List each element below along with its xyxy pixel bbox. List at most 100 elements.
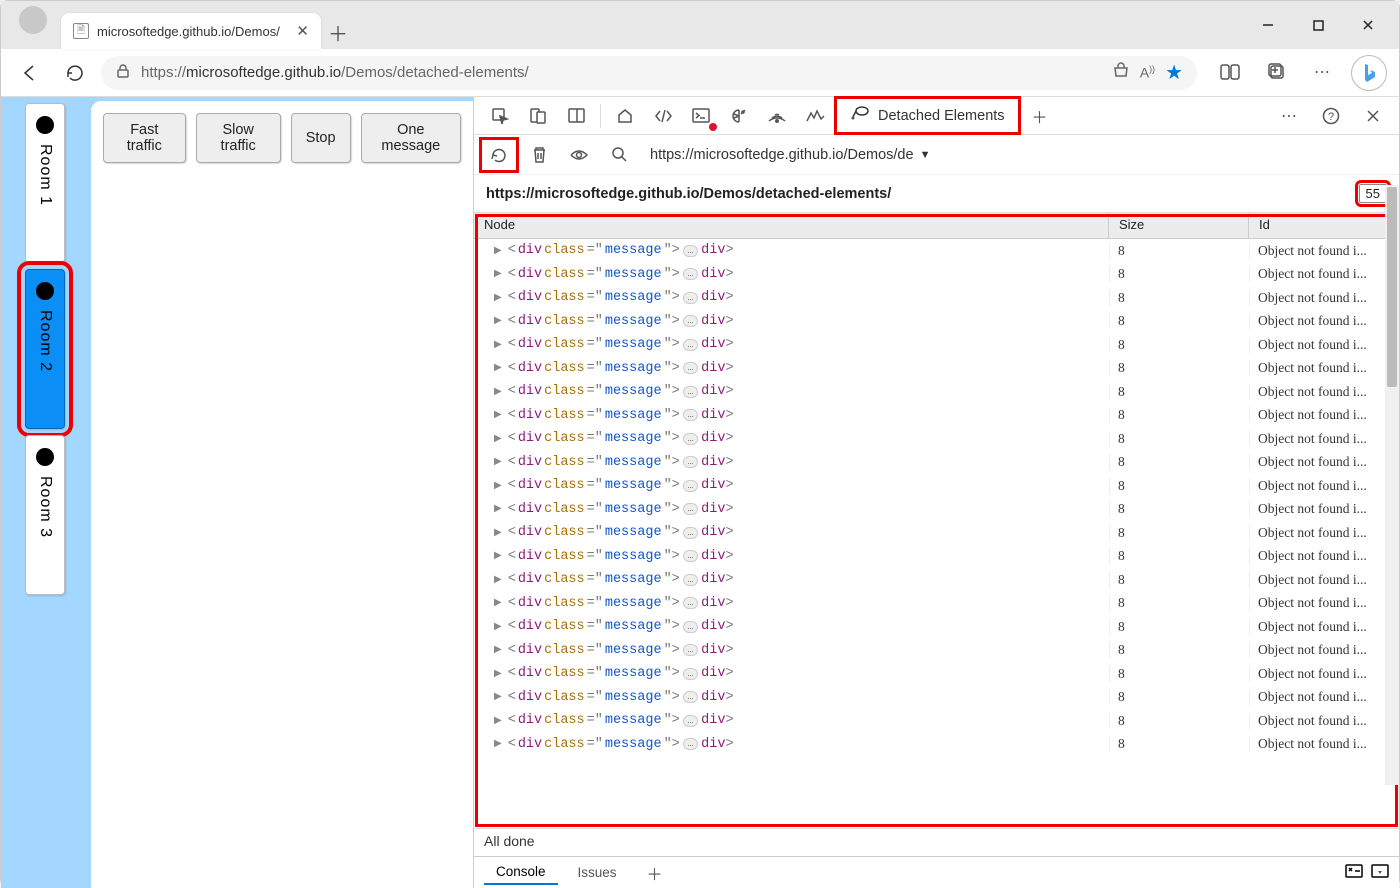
add-drawer-tab-icon[interactable]: ＋ — [637, 858, 673, 888]
refresh-button[interactable] — [57, 56, 91, 90]
table-row[interactable]: ▶<div class="message">…div>8Object not f… — [474, 639, 1399, 663]
new-tab-button[interactable]: ＋ — [321, 15, 355, 49]
expand-triangle-icon[interactable]: ▶ — [494, 691, 502, 703]
expand-triangle-icon[interactable]: ▶ — [494, 409, 502, 421]
col-id[interactable]: Id — [1249, 213, 1399, 238]
table-row[interactable]: ▶<div class="message">…div>8Object not f… — [474, 686, 1399, 710]
network-icon[interactable] — [759, 101, 795, 131]
col-node[interactable]: Node — [474, 213, 1109, 238]
expand-triangle-icon[interactable]: ▶ — [494, 433, 502, 445]
table-row[interactable]: ▶<div class="message">…div>8Object not f… — [474, 521, 1399, 545]
room-3-button[interactable]: Room 3 — [25, 435, 65, 595]
expand-triangle-icon[interactable]: ▶ — [494, 738, 502, 750]
table-row[interactable]: ▶<div class="message">…div>8Object not f… — [474, 286, 1399, 310]
split-screen-icon[interactable] — [1213, 55, 1247, 89]
expand-triangle-icon[interactable]: ▶ — [494, 245, 502, 257]
expand-triangle-icon[interactable]: ▶ — [494, 362, 502, 374]
devtools-panel: Detached Elements ＋ ⋯ ? https://microsof… — [473, 97, 1399, 888]
dropdown-caret-icon[interactable]: ▼ — [920, 149, 931, 161]
eye-icon[interactable] — [562, 140, 596, 170]
scrollbar[interactable] — [1385, 185, 1399, 785]
table-row[interactable]: ▶<div class="message">…div>8Object not f… — [474, 333, 1399, 357]
expand-triangle-icon[interactable]: ▶ — [494, 339, 502, 351]
expand-triangle-icon[interactable]: ▶ — [494, 315, 502, 327]
expand-triangle-icon[interactable]: ▶ — [494, 456, 502, 468]
drawer-errors-icon[interactable] — [1345, 864, 1363, 881]
table-row[interactable]: ▶<div class="message">…div>8Object not f… — [474, 615, 1399, 639]
stop-button[interactable]: Stop — [291, 113, 351, 163]
one-message-button[interactable]: One message — [361, 113, 461, 163]
table-row[interactable]: ▶<div class="message">…div>8Object not f… — [474, 310, 1399, 334]
table-row[interactable]: ▶<div class="message">…div>8Object not f… — [474, 239, 1399, 263]
search-icon[interactable] — [602, 140, 636, 170]
collect-garbage-icon[interactable] — [522, 140, 556, 170]
drawer-expand-icon[interactable] — [1371, 864, 1389, 881]
table-row[interactable]: ▶<div class="message">…div>8Object not f… — [474, 592, 1399, 616]
slow-traffic-button[interactable]: Slow traffic — [196, 113, 281, 163]
fast-traffic-button[interactable]: Fast traffic — [103, 113, 186, 163]
expand-triangle-icon[interactable]: ▶ — [494, 503, 502, 515]
device-icon[interactable] — [520, 101, 556, 131]
bing-chat-icon[interactable] — [1351, 55, 1387, 91]
table-row[interactable]: ▶<div class="message">…div>8Object not f… — [474, 451, 1399, 475]
console-icon[interactable] — [683, 101, 719, 131]
browser-tab[interactable]: 🗎 microsoftedge.github.io/Demos/ ✕ — [61, 13, 321, 49]
table-row[interactable]: ▶<div class="message">…div>8Object not f… — [474, 474, 1399, 498]
table-row[interactable]: ▶<div class="message">…div>8Object not f… — [474, 733, 1399, 757]
table-row[interactable]: ▶<div class="message">…div>8Object not f… — [474, 380, 1399, 404]
expand-triangle-icon[interactable]: ▶ — [494, 480, 502, 492]
more-tabs-icon[interactable]: ＋ — [1022, 101, 1058, 131]
titlebar: 🗎 microsoftedge.github.io/Demos/ ✕ ＋ — [1, 1, 1399, 49]
expand-triangle-icon[interactable]: ▶ — [494, 386, 502, 398]
expand-triangle-icon[interactable]: ▶ — [494, 268, 502, 280]
dock-icon[interactable] — [558, 101, 594, 131]
minimize-button[interactable] — [1245, 9, 1291, 41]
table-row[interactable]: ▶<div class="message">…div>8Object not f… — [474, 427, 1399, 451]
expand-triangle-icon[interactable]: ▶ — [494, 715, 502, 727]
maximize-button[interactable] — [1295, 9, 1341, 41]
expand-triangle-icon[interactable]: ▶ — [494, 550, 502, 562]
table-row[interactable]: ▶<div class="message">…div>8Object not f… — [474, 709, 1399, 733]
expand-triangle-icon[interactable]: ▶ — [494, 527, 502, 539]
inspect-icon[interactable] — [482, 101, 518, 131]
expand-triangle-icon[interactable]: ▶ — [494, 574, 502, 586]
room-2-button[interactable]: Room 2 — [25, 269, 65, 429]
back-button[interactable] — [13, 56, 47, 90]
help-icon[interactable]: ? — [1313, 101, 1349, 131]
expand-triangle-icon[interactable]: ▶ — [494, 644, 502, 656]
console-drawer-tab[interactable]: Console — [484, 860, 558, 885]
detached-elements-tab[interactable]: Detached Elements — [835, 97, 1020, 134]
refresh-detached-button[interactable] — [482, 140, 516, 170]
close-window-button[interactable] — [1345, 9, 1391, 41]
table-row[interactable]: ▶<div class="message">…div>8Object not f… — [474, 662, 1399, 686]
elements-icon[interactable] — [645, 101, 681, 131]
table-row[interactable]: ▶<div class="message">…div>8Object not f… — [474, 263, 1399, 287]
table-row[interactable]: ▶<div class="message">…div>8Object not f… — [474, 568, 1399, 592]
url-bar[interactable]: https://microsoftedge.github.io/Demos/de… — [101, 56, 1197, 90]
issues-drawer-tab[interactable]: Issues — [566, 861, 629, 884]
table-row[interactable]: ▶<div class="message">…div>8Object not f… — [474, 498, 1399, 522]
more-menu-icon[interactable]: ⋯ — [1305, 55, 1339, 89]
sources-icon[interactable] — [721, 101, 757, 131]
col-size[interactable]: Size — [1109, 213, 1249, 238]
expand-triangle-icon[interactable]: ▶ — [494, 292, 502, 304]
devtools-more-icon[interactable]: ⋯ — [1271, 101, 1307, 131]
close-devtools-icon[interactable] — [1355, 101, 1391, 131]
table-row[interactable]: ▶<div class="message">…div>8Object not f… — [474, 357, 1399, 381]
expand-triangle-icon[interactable]: ▶ — [494, 597, 502, 609]
read-aloud-icon[interactable]: A)) — [1140, 64, 1155, 81]
welcome-icon[interactable] — [607, 101, 643, 131]
profile-icon[interactable] — [19, 6, 47, 34]
scroll-thumb[interactable] — [1387, 187, 1397, 387]
room-1-button[interactable]: Room 1 — [25, 103, 65, 263]
favorite-star-icon[interactable]: ★ — [1165, 60, 1183, 85]
collections-icon[interactable] — [1259, 55, 1293, 89]
table-row[interactable]: ▶<div class="message">…div>8Object not f… — [474, 545, 1399, 569]
table-row[interactable]: ▶<div class="message">…div>8Object not f… — [474, 404, 1399, 428]
close-tab-icon[interactable]: ✕ — [296, 22, 309, 40]
expand-triangle-icon[interactable]: ▶ — [494, 668, 502, 680]
performance-icon[interactable] — [797, 101, 833, 131]
shopping-icon[interactable] — [1112, 62, 1130, 84]
target-url[interactable]: https://microsoftedge.github.io/Demos/de — [650, 147, 914, 163]
expand-triangle-icon[interactable]: ▶ — [494, 621, 502, 633]
